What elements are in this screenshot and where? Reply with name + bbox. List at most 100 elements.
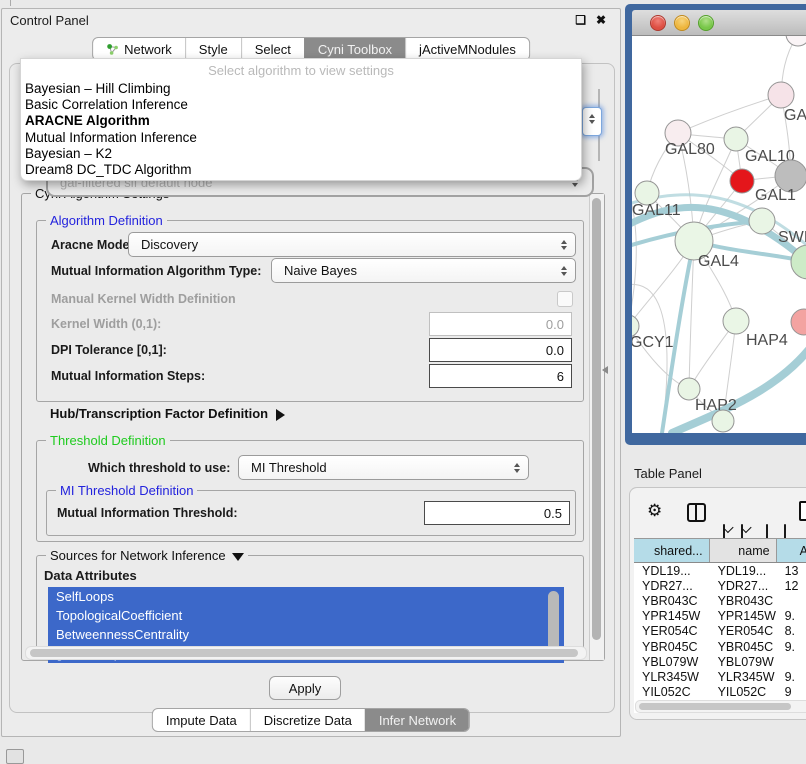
mi-steps-value: 6 [557, 369, 564, 384]
algorithm-option-basic-correlation-inference[interactable]: Basic Correlation Inference [21, 97, 581, 113]
network-node-y[interactable] [791, 309, 806, 335]
kernel-width-field[interactable]: 0.0 [429, 312, 572, 336]
dpi-tolerance-field[interactable]: 0.0 [429, 338, 572, 362]
mi-algorithm-type-combo[interactable]: Naive Bayes [271, 258, 576, 283]
tab-select[interactable]: Select [241, 38, 304, 60]
table-cell: YBL079W [634, 655, 710, 669]
mi-steps-field[interactable]: 6 [429, 364, 572, 388]
split-columns-icon[interactable] [687, 503, 706, 522]
table-cell: YPR145W [634, 609, 710, 623]
settings-scrollbar[interactable] [589, 194, 604, 660]
hub-definition-label: Hub/Transcription Factor Definition [50, 406, 268, 421]
divider-collapse-icon[interactable] [602, 366, 608, 374]
control-panel-titlebar: Control Panel ❑ ✖ [2, 9, 620, 33]
node-label: GAL [784, 107, 806, 124]
network-canvas[interactable]: GALGAL80GAL10GAL1GAL11SWI4GAL4GCY1HAP4YH… [632, 36, 806, 433]
tab-label: Impute Data [166, 713, 237, 728]
node-label: GAL1 [755, 187, 796, 204]
document-icon[interactable] [799, 501, 806, 521]
aracne-mode-combo[interactable]: Discovery [128, 232, 576, 257]
kernel-width-value: 0.0 [546, 317, 564, 332]
algorithm-option-mutual-information-inference[interactable]: Mutual Information Inference [21, 130, 581, 146]
tab-discretize-data[interactable]: Discretize Data [250, 709, 365, 731]
table-cell: 9. [777, 670, 806, 684]
settings-scrollbar-thumb[interactable] [592, 198, 601, 640]
table-cell: YPR145W [710, 609, 777, 623]
network-node-gal1[interactable] [730, 169, 754, 193]
attribute-betweennesscentrality[interactable]: BetweennessCentrality [48, 625, 564, 644]
threshold-definition-title: Threshold Definition [46, 433, 170, 448]
table-row[interactable]: YBR043CYBR043C [634, 593, 806, 608]
table-row[interactable]: YDL19...YDL19...13 [634, 563, 806, 578]
column-header-shared[interactable]: shared... [634, 539, 710, 562]
tab-cyni-toolbox[interactable]: Cyni Toolbox [304, 38, 405, 60]
dpi-tolerance-label: DPI Tolerance [0,1]: [51, 343, 167, 357]
attribute-topologicalcoefficient[interactable]: TopologicalCoefficient [48, 606, 564, 625]
table-cell: YBR045C [634, 640, 710, 654]
table-panel-title: Table Panel [634, 466, 702, 481]
tab-style[interactable]: Style [185, 38, 241, 60]
expand-right-icon [276, 409, 285, 421]
network-node-hap4[interactable] [723, 308, 749, 334]
divider-tick [10, 0, 11, 6]
float-icon[interactable]: ❑ [575, 13, 586, 27]
table-row[interactable]: YDR27...YDR27...12 [634, 578, 806, 593]
table-cell: 13 [777, 564, 806, 578]
tab-infer-network[interactable]: Infer Network [365, 709, 469, 731]
table-cell: 9. [777, 640, 806, 654]
column-header-name[interactable]: name [710, 539, 777, 562]
mi-threshold-field[interactable]: 0.5 [424, 501, 570, 525]
table-row[interactable]: YBL079WYBL079W [634, 654, 806, 669]
network-icon [106, 43, 119, 56]
algorithm-option-bayesian-k2[interactable]: Bayesian – K2 [21, 146, 581, 162]
cyni-algorithm-settings-group: Cyni Algorithm Settings Algorithm Defini… [21, 193, 605, 661]
table-cell: 8. [777, 624, 806, 638]
table-header-row: shared...nameA [634, 538, 806, 563]
table-row[interactable]: YBR045CYBR045C9. [634, 639, 806, 654]
table-cell: YBL079W [710, 655, 777, 669]
table-cell: YIL052C [634, 685, 710, 699]
zoom-traffic-icon[interactable] [698, 15, 714, 31]
algorithm-option-dream8-dc-tdc-algorithm[interactable]: Dream8 DC_TDC Algorithm [21, 162, 581, 178]
aracne-mode-value: Discovery [141, 237, 558, 252]
tab-network[interactable]: Network [93, 38, 185, 60]
close-traffic-icon[interactable] [650, 15, 666, 31]
table-row[interactable]: YER054CYER054C8. [634, 624, 806, 639]
manual-kernel-label: Manual Kernel Width Definition [51, 292, 236, 306]
screen: { "icons": { "float_icon": "❑", "close_i… [0, 0, 806, 762]
settings-hscrollbar[interactable] [25, 646, 587, 660]
table-cell: 9 [777, 685, 806, 699]
manual-kernel-checkbox[interactable] [557, 291, 573, 307]
apply-button[interactable]: Apply [269, 676, 341, 700]
tab-label: Style [199, 42, 228, 57]
algorithm-combo-stepper[interactable] [582, 107, 602, 136]
table-hscrollbar-thumb[interactable] [639, 703, 791, 710]
table-hscrollbar[interactable] [635, 700, 806, 713]
table-cell: 9. [777, 609, 806, 623]
hub-definition-expander[interactable]: Hub/Transcription Factor Definition [50, 406, 285, 421]
tab-impute-data[interactable]: Impute Data [153, 709, 250, 731]
network-node[interactable] [786, 36, 806, 46]
network-node-gal[interactable] [768, 82, 794, 108]
settings-hscrollbar-thumb[interactable] [30, 649, 578, 657]
gear-icon[interactable]: ⚙ [647, 501, 662, 521]
node-table: shared...nameA YDL19...YDL19...13YDR27..… [634, 538, 806, 713]
table-row[interactable]: YLR345WYLR345W9. [634, 669, 806, 684]
close-icon[interactable]: ✖ [596, 13, 606, 27]
network-node[interactable] [712, 410, 734, 432]
tab-jactivemnodules[interactable]: jActiveMNodules [405, 38, 529, 60]
algorithm-option-bayesian-hill-climbing[interactable]: Bayesian – Hill Climbing [21, 81, 581, 97]
network-node-swi4[interactable] [749, 208, 775, 234]
which-threshold-combo[interactable]: MI Threshold [238, 455, 529, 480]
table-row[interactable]: YPR145WYPR145W9. [634, 609, 806, 624]
attribute-selfloops[interactable]: SelfLoops [48, 587, 564, 606]
sources-group-title[interactable]: Sources for Network Inference [46, 548, 248, 563]
column-header-a[interactable]: A [777, 539, 806, 562]
table-cell: YDR27... [634, 579, 710, 593]
network-window-titlebar[interactable] [632, 10, 806, 36]
minimize-traffic-icon[interactable] [674, 15, 690, 31]
tab-label: Cyni Toolbox [318, 42, 392, 57]
table-row[interactable]: YIL052CYIL052C9 [634, 685, 806, 700]
sources-group: Sources for Network Inference Data Attri… [36, 555, 584, 660]
algorithm-option-aracne-algorithm[interactable]: ARACNE Algorithm [21, 113, 581, 129]
